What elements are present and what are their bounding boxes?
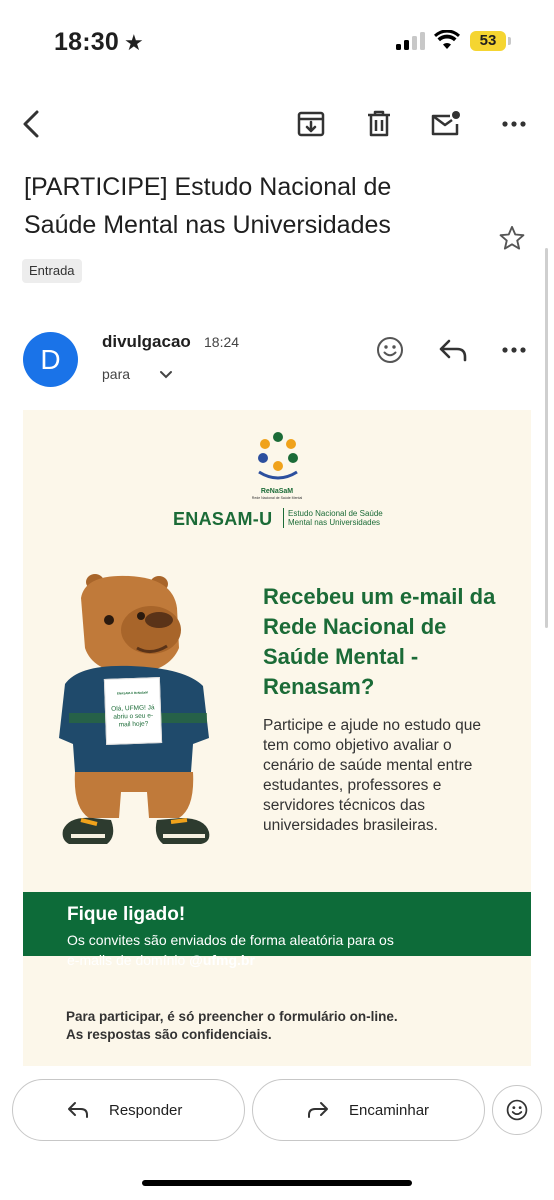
more-horizontal-icon (502, 121, 526, 127)
battery-tip (508, 37, 511, 45)
cellular-signal-icon (396, 32, 426, 50)
forward-button[interactable]: Encaminhar (252, 1079, 485, 1141)
back-arrow-icon (23, 110, 39, 138)
emoji-react-button[interactable] (368, 328, 412, 372)
reply-icon (439, 339, 467, 362)
notice-band: Fique ligado! Os convites são enviados d… (23, 892, 531, 968)
reply-icon-button[interactable] (431, 328, 475, 372)
email-subject: [PARTICIPE] Estudo Nacional de Saúde Men… (24, 173, 392, 239)
notice-text-line-1: Os convites são enviados de forma aleató… (67, 932, 394, 948)
study-description: Participe e ajude no estudo que tem como… (263, 717, 482, 834)
email-toolbar (0, 100, 554, 148)
notice-text-line-2: e-mails de domínio @ufmg.br (67, 950, 507, 970)
sender-avatar[interactable]: D (23, 332, 78, 387)
mark-unread-button[interactable] (422, 100, 470, 148)
chevron-down-icon[interactable] (158, 368, 174, 382)
notice-domain: @ufmg.br (189, 952, 255, 968)
back-button[interactable] (8, 100, 56, 148)
recipients-label[interactable]: para (102, 366, 130, 382)
mascot-card: ENASAM-U ReNaSaM Olá, UFMG! Já abriu o s… (103, 677, 163, 745)
status-bar: 18:30 ★ 53 (0, 0, 554, 80)
battery-indicator: 53 (470, 31, 506, 51)
trash-icon (368, 110, 390, 137)
focus-star-icon: ★ (124, 30, 144, 55)
notice-text: Os convites são enviados de forma aleató… (67, 930, 507, 970)
reply-icon (67, 1101, 89, 1119)
notice-title: Fique ligado! (67, 904, 186, 925)
home-indicator[interactable] (142, 1180, 412, 1186)
scrollbar[interactable] (545, 248, 548, 628)
email-body-image: ReNaSaM Rede Nacional de Saúde Mental EN… (23, 410, 531, 1066)
reply-label: Responder (109, 1101, 183, 1119)
status-time: 18:30 (54, 28, 119, 56)
inbox-label-chip[interactable]: Entrada (22, 259, 82, 283)
renasam-logo (258, 432, 298, 480)
logo-name: ReNaSaM (260, 488, 294, 495)
star-outline-icon (499, 225, 525, 250)
enasam-brand: ENASAM-U (173, 509, 273, 529)
reply-button[interactable]: Responder (12, 1079, 245, 1141)
smiley-icon (377, 337, 403, 363)
archive-button[interactable] (287, 100, 335, 148)
wifi-icon (434, 30, 460, 49)
enasam-subtitle: Estudo Nacional de Saúde Mental nas Univ… (288, 509, 383, 527)
message-more-button[interactable] (492, 328, 536, 372)
delete-button[interactable] (355, 100, 403, 148)
notice-text-line-2-start: e-mails de domínio (67, 952, 190, 968)
emoji-reaction-button[interactable] (492, 1085, 542, 1135)
archive-icon (297, 111, 325, 137)
forward-icon (307, 1101, 329, 1119)
participation-note-line-1: Para participar, é só preencher o formul… (66, 1009, 398, 1024)
sender-name[interactable]: divulgacao (102, 332, 191, 352)
more-options-button[interactable] (490, 100, 538, 148)
forward-label: Encaminhar (349, 1101, 430, 1119)
participation-note: Para participar, é só preencher o formul… (66, 1008, 506, 1044)
sent-time: 18:24 (204, 334, 240, 350)
headline: Recebeu um e-mail da Rede Nacional de Sa… (263, 584, 496, 699)
more-horizontal-icon (502, 347, 526, 353)
brand-divider (283, 508, 284, 528)
participation-note-line-2: As respostas são confidenciais. (66, 1027, 272, 1042)
mail-unread-icon (431, 111, 460, 136)
card-text: Olá, UFMG! Já abriu o seu e-mail hoje? (111, 704, 155, 729)
star-button[interactable] (490, 216, 534, 260)
smiley-icon (506, 1099, 528, 1121)
card-brand: ENASAM-U ReNaSaM (116, 690, 148, 696)
logo-tagline: Rede Nacional de Saúde Mental (251, 496, 303, 500)
